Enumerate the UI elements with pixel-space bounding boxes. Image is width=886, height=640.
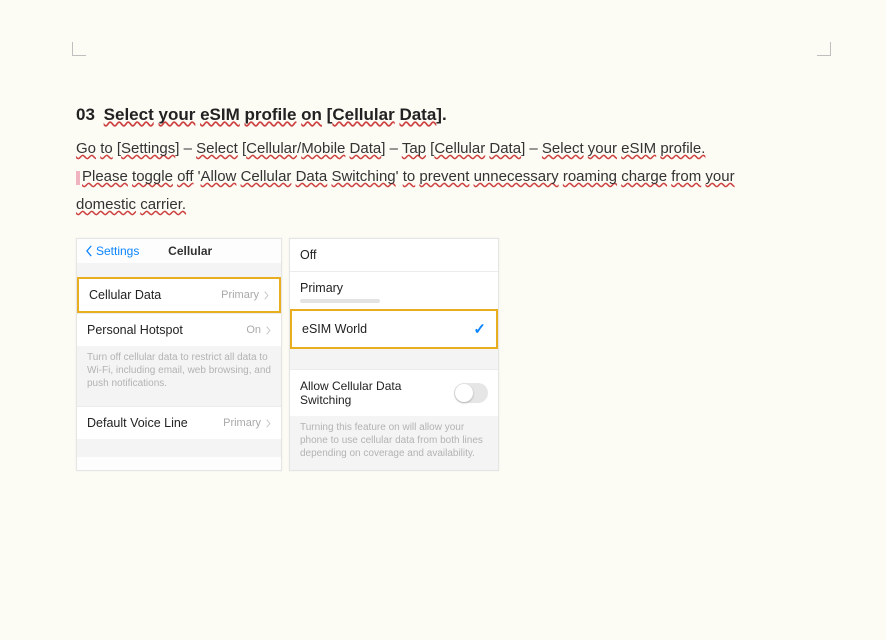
row-label: Off	[300, 248, 316, 262]
row-label: Primary	[300, 281, 343, 295]
row-hotspot[interactable]: Personal Hotspot On	[77, 313, 281, 346]
panel-note: Turning this feature on will allow your …	[290, 416, 498, 470]
step-heading: 03 Select your eSIM profile on [Cellular…	[76, 105, 816, 125]
spacer	[77, 263, 281, 277]
checkmark-icon: ✓	[473, 320, 486, 338]
row-value: On	[246, 324, 271, 336]
row-esim-world[interactable]: eSIM World ✓	[290, 309, 498, 349]
step-title: Select your eSIM profile on [Cellular Da…	[104, 105, 447, 124]
row-cellular-data[interactable]: Cellular Data Primary	[77, 277, 281, 313]
ios-panel-data-lines: Off Primary eSIM World ✓ Allow Cellular …	[289, 238, 499, 471]
row-label: Cellular Data	[89, 288, 161, 302]
toggle-switch-off[interactable]	[454, 383, 488, 403]
row-label: Personal Hotspot	[87, 323, 183, 337]
spacer	[77, 439, 281, 457]
row-off[interactable]: Off	[290, 239, 498, 271]
chevron-left-icon	[85, 245, 94, 257]
row-primary[interactable]: Primary	[290, 271, 498, 309]
chevron-right-icon	[265, 326, 271, 335]
instruction-line-1: Go to [Settings] – Select [Cellular/Mobi…	[76, 135, 816, 163]
step-number: 03	[76, 105, 95, 124]
crop-mark-top-right	[817, 42, 831, 56]
row-voice-line[interactable]: Default Voice Line Primary	[77, 406, 281, 439]
panel-title: Cellular	[123, 244, 257, 258]
instruction-content: 03 Select your eSIM profile on [Cellular…	[76, 105, 816, 219]
warning-mark	[76, 171, 80, 185]
row-data-switching[interactable]: Allow Cellular Data Switching	[290, 369, 498, 416]
panel-note: Turn off cellular data to restrict all d…	[77, 346, 281, 400]
instruction-line-3: domestic carrier.	[76, 191, 816, 219]
spacer	[290, 349, 498, 369]
panel-header: Settings Cellular	[77, 239, 281, 263]
row-value: Primary	[223, 417, 271, 429]
crop-mark-top-left	[72, 42, 86, 56]
loading-bar	[300, 299, 380, 303]
row-label: Default Voice Line	[87, 416, 188, 430]
chevron-right-icon	[263, 291, 269, 300]
row-label: eSIM World	[302, 322, 367, 336]
row-label: Allow Cellular Data Switching	[300, 379, 454, 407]
screenshot-row: Settings Cellular Cellular Data Primary …	[76, 238, 499, 471]
chevron-right-icon	[265, 419, 271, 428]
row-value: Primary	[221, 289, 269, 301]
instruction-line-2: Please toggle off 'Allow Cellular Data S…	[76, 163, 816, 191]
ios-panel-cellular: Settings Cellular Cellular Data Primary …	[76, 238, 282, 471]
